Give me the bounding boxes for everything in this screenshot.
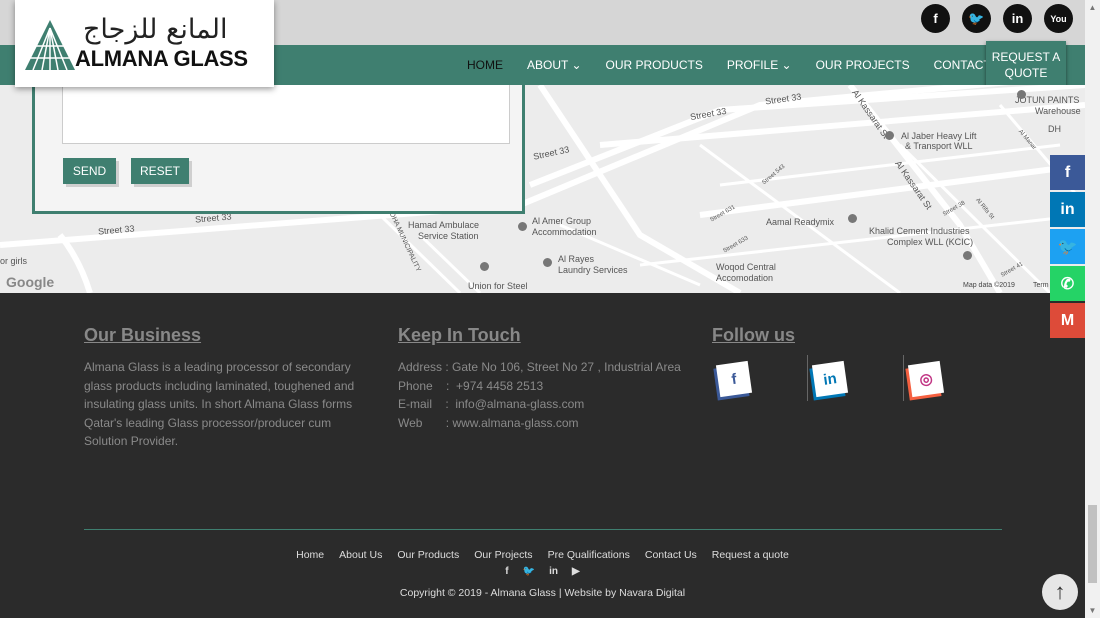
nav-item-our-projects[interactable]: OUR PROJECTS (816, 58, 910, 72)
section-title: Follow us (712, 325, 795, 345)
footer-link-home[interactable]: Home (296, 549, 324, 561)
follow-us-section: Follow us (712, 325, 795, 358)
scroll-up-arrow-icon[interactable]: ▲ (1085, 0, 1100, 15)
nav-item-our-products[interactable]: OUR PRODUCTS (606, 58, 703, 72)
map-pin-icon[interactable] (1017, 90, 1026, 99)
footer-link-about-us[interactable]: About Us (339, 549, 382, 561)
map-label: Al Rayes (558, 254, 595, 264)
map-label: Warehouse (1035, 106, 1081, 116)
share-facebook-icon[interactable]: f (1050, 155, 1085, 190)
twitter-icon[interactable]: 🐦 (962, 4, 991, 33)
logo-mark-icon (25, 20, 75, 70)
footer-links: Home About Us Our Products Our Projects … (0, 549, 1085, 561)
footer-link-our-products[interactable]: Our Products (397, 549, 459, 561)
share-sidebar: f in 🐦 ✆ M (1050, 155, 1085, 340)
linkedin-icon[interactable]: in (549, 566, 558, 577)
map-pin-icon[interactable] (848, 214, 857, 223)
reset-button[interactable]: RESET (131, 158, 189, 184)
facebook-icon[interactable]: f (505, 566, 508, 577)
follow-icons: f in ◎ (712, 355, 1000, 401)
map-label: Accommodation (532, 227, 597, 237)
business-line: Almana Glass is a leading processor of s… (84, 360, 351, 374)
footer-link-pre-qualifications[interactable]: Pre Qualifications (548, 549, 630, 561)
map-terms-link[interactable]: Term (1033, 282, 1049, 289)
contact-web[interactable]: Web : www.almana-glass.com (398, 414, 698, 433)
google-logo[interactable]: Google (6, 274, 54, 290)
map-label: Khalid Cement Industries (869, 226, 970, 236)
map-label: Accomodation (716, 273, 774, 283)
map-pin-icon[interactable] (480, 262, 489, 271)
nav-menu: HOME ABOUT ⌄ OUR PRODUCTS PROFILE ⌄ OUR … (455, 45, 1023, 85)
map-label: & Transport WLL (905, 141, 973, 151)
map-label: Al Amer Group (532, 216, 592, 226)
map-label: Al Jaber Heavy Lift (901, 131, 977, 141)
contact-phone: Phone : +974 4458 2513 (398, 378, 544, 393)
map-pin-icon[interactable] (518, 222, 527, 231)
keep-in-touch-section: Keep In Touch Address : Gate No 106, Str… (398, 325, 698, 432)
footer-link-request-quote[interactable]: Request a quote (712, 549, 789, 561)
logo-arabic-text: المانع للزجاج (83, 14, 228, 45)
contact-email[interactable]: E-mail : info@almana-glass.com (398, 395, 698, 414)
section-title: Our Business (84, 325, 202, 345)
map-label: DH (1048, 124, 1061, 134)
share-linkedin-icon[interactable]: in (1050, 192, 1085, 227)
follow-instagram[interactable]: ◎ (904, 355, 1000, 401)
follow-linkedin[interactable]: in (808, 355, 904, 401)
youtube-icon[interactable]: ▶ (572, 566, 580, 577)
facebook-icon: f (715, 360, 753, 398)
twitter-icon[interactable]: 🐦 (523, 566, 535, 577)
map-label: Union for Steel (468, 281, 528, 291)
share-gmail-icon[interactable]: M (1050, 303, 1085, 338)
nav-item-about[interactable]: ABOUT ⌄ (527, 58, 582, 72)
message-textarea[interactable] (62, 85, 510, 144)
nav-item-home[interactable]: HOME (467, 58, 503, 72)
scrollbar-thumb[interactable] (1088, 505, 1097, 583)
footer-divider (84, 529, 1002, 530)
business-line: Solution Provider. (84, 434, 179, 448)
logo[interactable]: المانع للزجاج ALMANA GLASS (15, 0, 274, 87)
follow-facebook[interactable]: f (712, 355, 808, 401)
business-line: glass products including laminated, toug… (84, 378, 355, 393)
map-data-attribution: Map data ©2019 (963, 282, 1015, 289)
linkedin-icon[interactable]: in (1003, 4, 1032, 33)
copyright-text: Copyright © 2019 - Almana Glass | Websit… (399, 587, 686, 599)
map-pin-icon[interactable] (885, 131, 894, 140)
nav-item-profile[interactable]: PROFILE ⌄ (727, 58, 792, 72)
share-whatsapp-icon[interactable]: ✆ (1050, 266, 1085, 301)
contact-form-panel: SEND RESET (32, 85, 525, 214)
youtube-icon[interactable]: You (1044, 4, 1073, 33)
share-twitter-icon[interactable]: 🐦 (1050, 229, 1085, 264)
business-line: Qatar's leading Glass processor/producer… (84, 415, 332, 430)
top-social-links: f 🐦 in You (921, 4, 1073, 33)
page-scrollbar[interactable]: ▲ ▼ (1085, 0, 1100, 618)
facebook-icon[interactable]: f (921, 4, 950, 33)
map-label: or girls (0, 256, 28, 266)
footer-link-contact-us[interactable]: Contact Us (645, 549, 697, 561)
send-button[interactable]: SEND (63, 158, 116, 184)
map-label: Aamal Readymix (766, 217, 835, 227)
scroll-to-top-button[interactable]: ↑ (1042, 574, 1078, 610)
map-label: Woqod Central (716, 262, 776, 272)
scroll-down-arrow-icon[interactable]: ▼ (1085, 603, 1100, 618)
our-business-section: Our Business Almana Glass is a leading p… (84, 325, 374, 451)
linkedin-icon: in (811, 360, 849, 398)
footer-link-our-projects[interactable]: Our Projects (474, 549, 532, 561)
logo-english-text: ALMANA GLASS (75, 46, 248, 71)
map-label: Service Station (418, 231, 479, 241)
contact-address: Address : Gate No 106, Street No 27 , In… (398, 360, 681, 374)
map-label: Hamad Ambulace (408, 220, 480, 230)
map-pin-icon[interactable] (543, 258, 552, 267)
instagram-icon: ◎ (907, 360, 945, 398)
footer-social: f 🐦 in ▶ (0, 566, 1085, 577)
map-label: Laundry Services (558, 265, 628, 275)
section-title: Keep In Touch (398, 325, 521, 345)
map-pin-icon[interactable] (963, 251, 972, 260)
business-line: insulating glass units. In short Almana … (84, 397, 353, 411)
request-quote-button[interactable]: REQUEST A QUOTE (986, 41, 1066, 89)
map-label: Complex WLL (KCIC) (887, 237, 974, 247)
